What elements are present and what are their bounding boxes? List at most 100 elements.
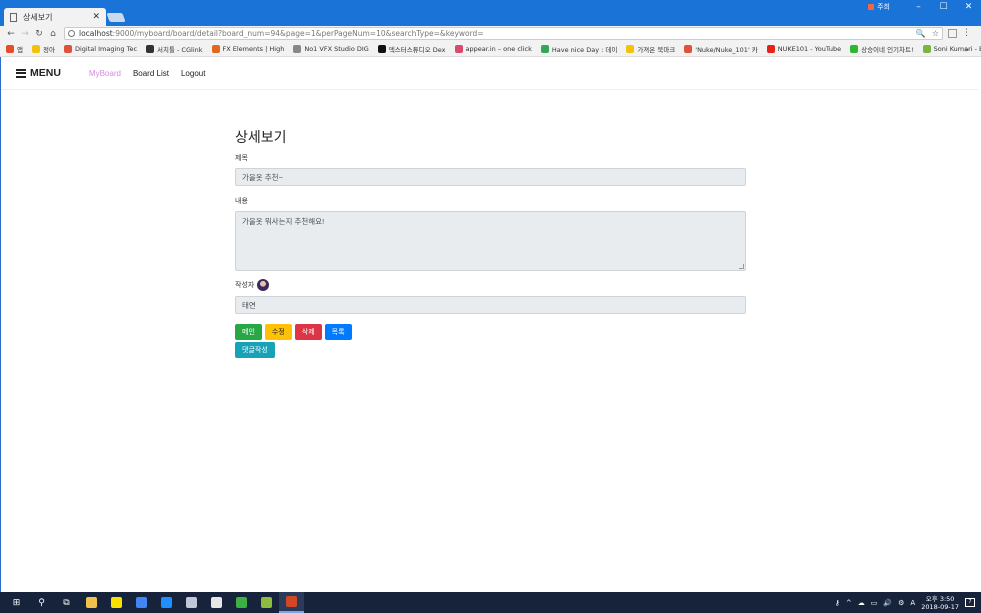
action-buttons: 메인 수정 삭제 목록 bbox=[235, 324, 746, 340]
content-textarea[interactable]: 가을옷 뭐사는지 추천해요! bbox=[235, 211, 746, 271]
bookmark-item[interactable]: 상승이네 인기차트! bbox=[850, 44, 914, 54]
minimize-button[interactable]: – bbox=[906, 0, 931, 14]
bookmark-label: 상승이네 인기차트! bbox=[861, 46, 914, 54]
app-cloud-icon[interactable] bbox=[179, 592, 204, 613]
bookmark-item[interactable]: Digital Imaging Tec bbox=[63, 45, 138, 53]
list-button[interactable]: 목록 bbox=[324, 324, 352, 340]
bookmark-item[interactable]: 가져온 북마크 bbox=[626, 44, 675, 54]
tray-icon[interactable]: A bbox=[910, 599, 915, 607]
tray-icon[interactable]: ☁ bbox=[858, 599, 865, 607]
bookmark-item[interactable]: Soni Kumari - Envat bbox=[922, 45, 981, 53]
app-notepad-icon[interactable] bbox=[204, 592, 229, 613]
bookmark-item[interactable]: No1 VFX Studio DIG bbox=[293, 45, 369, 53]
reply-button[interactable]: 댓글작성 bbox=[235, 342, 275, 358]
info-icon[interactable] bbox=[68, 30, 75, 37]
bookmark-icon bbox=[540, 45, 549, 53]
content-label: 내용 bbox=[235, 198, 248, 205]
resize-handle-icon[interactable] bbox=[739, 264, 744, 269]
clock-date: 2018-09-17 bbox=[921, 602, 959, 611]
bookmark-label: Digital Imaging Tec bbox=[74, 45, 138, 53]
page-title: 상세보기 bbox=[235, 129, 287, 145]
bookmark-item[interactable]: 'Nuke/Nuke_101' 카 bbox=[684, 44, 758, 54]
site-navbar: MENU MyBoard Board List Logout bbox=[1, 57, 978, 90]
browser-menu-icon[interactable]: ⋮ bbox=[962, 28, 971, 38]
tray-icon[interactable]: ▭ bbox=[871, 599, 878, 607]
bookmark-icon bbox=[211, 45, 220, 53]
bookmark-label: 정아 bbox=[42, 46, 55, 54]
powerpoint-icon[interactable] bbox=[279, 592, 304, 613]
bookmark-icon bbox=[293, 45, 302, 53]
app-bird-icon[interactable] bbox=[254, 592, 279, 613]
detail-form: 상세보기 제목 가을옷 추천~ 내용 가을옷 뭐사는지 추천해요! 작성자 태연… bbox=[235, 127, 746, 360]
nav-link-myboard[interactable]: MyBoard bbox=[89, 69, 121, 78]
brand-label: MENU bbox=[30, 67, 61, 79]
bookmarks-overflow-icon[interactable]: » bbox=[964, 45, 969, 54]
profile-button[interactable]: 주희 bbox=[868, 2, 890, 12]
writer-label-row: 작성자 bbox=[235, 279, 746, 291]
bookmark-label: 덱스터스튜디오 Dex bbox=[388, 46, 446, 54]
bookmark-label: 'Nuke/Nuke_101' 카 bbox=[695, 46, 758, 54]
main-button[interactable]: 메인 bbox=[235, 324, 262, 340]
bookmark-icon bbox=[6, 45, 14, 53]
clock[interactable]: 오후 3:50 2018-09-17 bbox=[921, 595, 959, 611]
nav-link-board-list[interactable]: Board List bbox=[133, 69, 169, 78]
extension-icon[interactable] bbox=[948, 29, 957, 38]
bookmark-item[interactable]: Have nice Day : 데이 bbox=[540, 44, 617, 54]
writer-field[interactable]: 태연 bbox=[235, 296, 746, 314]
close-tab-icon[interactable]: ✕ bbox=[92, 12, 100, 22]
file-explorer-icon[interactable] bbox=[79, 592, 104, 613]
zoom-icon[interactable]: 🔍 bbox=[916, 29, 926, 38]
bookmark-icon bbox=[766, 45, 775, 53]
nav-link-logout[interactable]: Logout bbox=[181, 69, 205, 78]
notifications-icon[interactable]: 7 bbox=[965, 598, 975, 607]
task-view-icon[interactable]: ⧉ bbox=[54, 592, 79, 613]
forward-button[interactable]: → bbox=[18, 29, 32, 39]
bookmark-item[interactable]: 정아 bbox=[31, 44, 55, 54]
bookmark-star-icon[interactable]: ☆ bbox=[932, 29, 939, 38]
bookmark-icon bbox=[377, 45, 386, 53]
tray-icon[interactable]: 🔊 bbox=[883, 599, 892, 607]
title-label: 제목 bbox=[235, 155, 248, 162]
bookmark-label: appear.in – one click bbox=[465, 45, 532, 53]
browser-tab[interactable]: 상세보기 ✕ bbox=[4, 8, 106, 26]
bookmark-icon bbox=[922, 45, 931, 53]
close-window-button[interactable]: ✕ bbox=[956, 0, 981, 14]
bookmark-item[interactable]: 앱 bbox=[6, 44, 23, 54]
bookmark-item[interactable]: 덱스터스튜디오 Dex bbox=[377, 44, 446, 54]
kakaotalk-icon[interactable] bbox=[104, 592, 129, 613]
start-button[interactable]: ⊞ bbox=[4, 592, 29, 613]
bookmark-label: No1 VFX Studio DIG bbox=[304, 45, 369, 53]
tray-icon[interactable]: ⚙ bbox=[898, 599, 904, 607]
url-text[interactable]: localhost:9000/myboard/board/detail?boar… bbox=[79, 29, 910, 38]
address-bar[interactable]: localhost:9000/myboard/board/detail?boar… bbox=[64, 27, 943, 40]
page-viewport: MENU MyBoard Board List Logout 상세보기 제목 가… bbox=[0, 57, 981, 592]
edit-button[interactable]: 수정 bbox=[264, 324, 292, 340]
bookmark-icon bbox=[146, 45, 155, 53]
bookmark-item[interactable]: 서치툴 - CGlink bbox=[146, 44, 203, 54]
bookmark-icon bbox=[626, 45, 635, 53]
tray-icon[interactable]: ⚷ bbox=[835, 599, 840, 607]
chrome-icon[interactable] bbox=[129, 592, 154, 613]
menu-toggle[interactable]: MENU bbox=[16, 67, 61, 79]
tray-icon[interactable]: ^ bbox=[846, 599, 852, 607]
edge-icon[interactable] bbox=[154, 592, 179, 613]
browser-titlebar: 상세보기 ✕ 주희 – ☐ ✕ bbox=[0, 0, 981, 26]
home-button[interactable]: ⌂ bbox=[46, 29, 60, 39]
search-icon[interactable]: ⚲ bbox=[29, 592, 54, 613]
bookmark-item[interactable]: FX Elements | High bbox=[211, 45, 284, 53]
bookmark-item[interactable]: NUKE101 - YouTube bbox=[766, 45, 841, 53]
app-green-icon[interactable] bbox=[229, 592, 254, 613]
tab-title: 상세보기 bbox=[23, 12, 53, 22]
title-field[interactable]: 가을옷 추천~ bbox=[235, 168, 746, 186]
maximize-button[interactable]: ☐ bbox=[931, 0, 956, 14]
new-tab-button[interactable] bbox=[106, 13, 126, 22]
back-button[interactable]: ← bbox=[4, 29, 18, 39]
bookmark-item[interactable]: appear.in – one click bbox=[454, 45, 532, 53]
delete-button[interactable]: 삭제 bbox=[294, 324, 322, 340]
reload-button[interactable]: ↻ bbox=[32, 29, 46, 39]
reply-row: 댓글작성 bbox=[235, 342, 746, 358]
page-icon bbox=[10, 12, 17, 22]
bookmark-label: 가져온 북마크 bbox=[637, 46, 676, 54]
content-text: 가을옷 뭐사는지 추천해요! bbox=[242, 217, 325, 226]
browser-toolbar: ← → ↻ ⌂ localhost:9000/myboard/board/det… bbox=[0, 26, 981, 42]
